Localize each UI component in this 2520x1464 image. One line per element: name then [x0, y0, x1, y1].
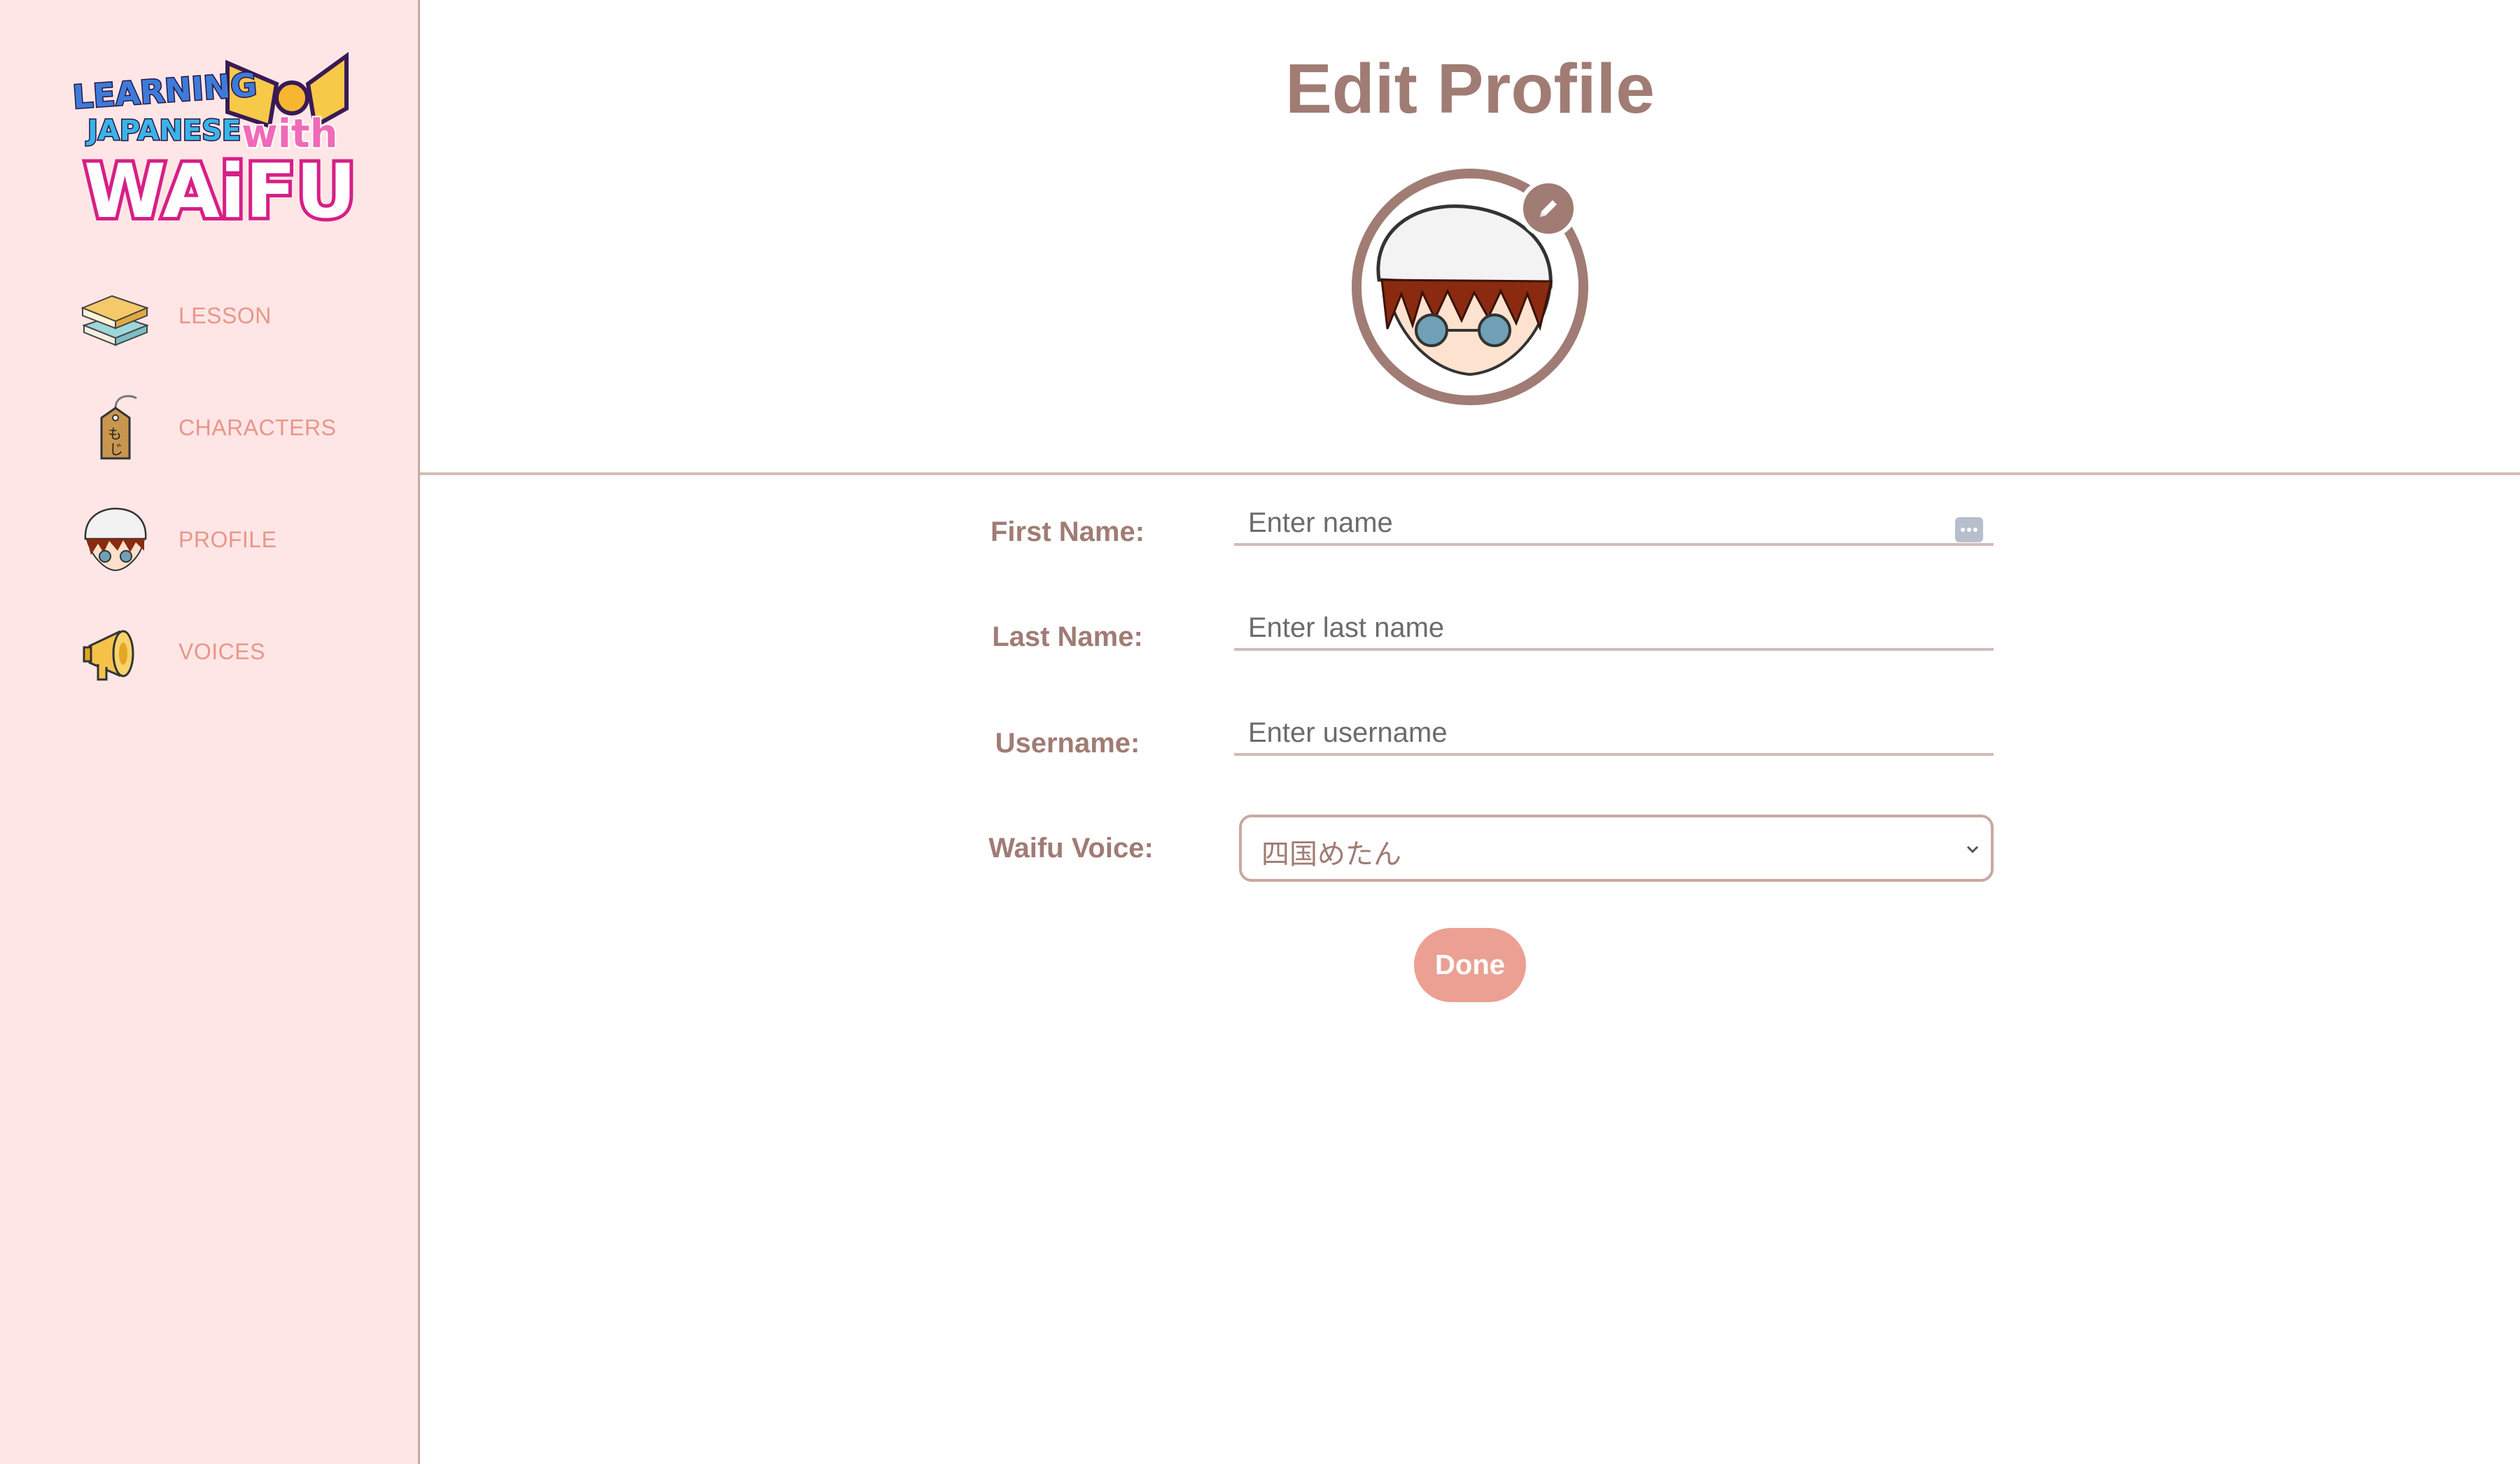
- sidebar-item-characters[interactable]: も じ CHARACTERS: [77, 388, 399, 472]
- sidebar-item-lesson[interactable]: LESSON: [77, 276, 399, 360]
- logo-line2: JAPANESE: [85, 115, 241, 147]
- first-name-input[interactable]: [1234, 502, 1994, 546]
- sidebar-item-label: CHARACTERS: [178, 415, 337, 440]
- password-manager-icon[interactable]: [1954, 516, 1984, 543]
- megaphone-icon: [77, 612, 154, 689]
- waifu-voice-select[interactable]: 四国めたん: [1239, 815, 1994, 882]
- sidebar-item-profile[interactable]: PROFILE: [77, 500, 399, 584]
- app-logo[interactable]: LEARNING JAPANESE with WAiFU: [66, 42, 360, 238]
- done-button[interactable]: Done: [1414, 928, 1526, 1002]
- main-content: Edit Profile First Name: Enter name Last…: [420, 0, 2520, 1464]
- section-divider: [420, 472, 2520, 475]
- sidebar-item-label: PROFILE: [178, 527, 277, 552]
- edit-avatar-button[interactable]: [1519, 179, 1578, 238]
- sidebar-item-label: LESSON: [178, 303, 272, 328]
- profile-avatar-icon: [77, 500, 154, 577]
- books-icon: [77, 276, 154, 353]
- waifu-voice-selected: 四国めたん: [1261, 838, 1401, 871]
- username-input[interactable]: [1234, 712, 1994, 756]
- sidebar-item-voices[interactable]: VOICES: [77, 612, 399, 696]
- waifu-voice-label: Waifu Voice:: [988, 833, 1154, 864]
- pencil-icon: [1534, 195, 1562, 226]
- svg-text:じ: じ: [109, 441, 123, 458]
- logo-line4: WAiFU: [84, 148, 354, 231]
- chevron-down-icon: [1964, 841, 1981, 858]
- sidebar: LEARNING JAPANESE with WAiFU LESSON も じ …: [0, 0, 420, 1464]
- moji-tag-icon: も じ: [77, 388, 154, 465]
- last-name-input[interactable]: [1234, 607, 1994, 651]
- svg-text:も: も: [108, 425, 122, 442]
- sidebar-item-label: VOICES: [178, 639, 265, 664]
- first-name-label: First Name:: [990, 516, 1145, 547]
- username-label: Username:: [995, 728, 1140, 759]
- last-name-label: Last Name:: [992, 621, 1143, 652]
- page-title: Edit Profile: [1285, 50, 1655, 128]
- profile-avatar[interactable]: [1351, 168, 1603, 413]
